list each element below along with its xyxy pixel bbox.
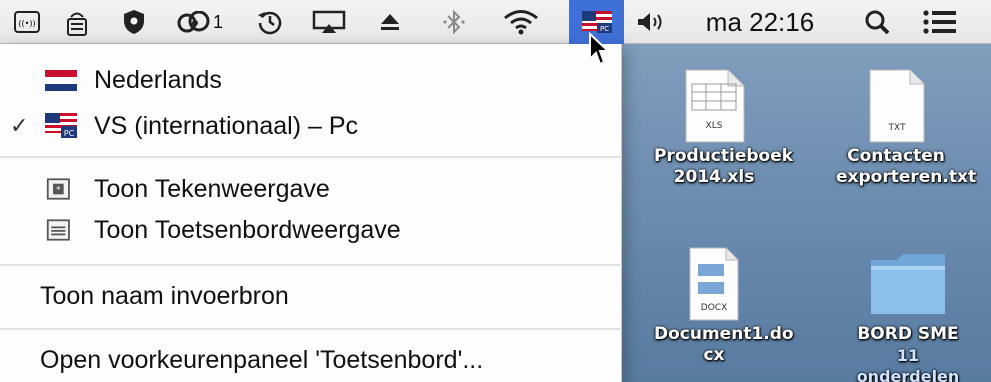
- spotlight-search-icon[interactable]: [857, 0, 897, 44]
- svg-text:PC: PC: [64, 129, 75, 138]
- menu-separator: [0, 328, 622, 330]
- menu-item-vs-internationaal[interactable]: ✓ PC VS (internationaal) – Pc: [0, 106, 622, 146]
- menu-bar-clock[interactable]: ma 22:16: [689, 0, 831, 44]
- desktop-file-label: Document1.do cx: [654, 324, 794, 365]
- time-machine-icon[interactable]: [252, 0, 288, 44]
- folder-icon: [871, 254, 945, 314]
- menu-item-toon-naam-invoerbron[interactable]: Toon naam invoerbron: [0, 276, 622, 316]
- svg-text:*: *: [56, 186, 61, 196]
- creative-cloud-badge: 1: [212, 11, 223, 32]
- desktop-file-contacten[interactable]: TXT Contacten exporteren.txt: [836, 66, 977, 188]
- menu-bar: ((•)) 1 PC ma 22:16: [0, 0, 991, 44]
- volume-icon[interactable]: [630, 0, 674, 44]
- desktop-file-label: BORD SME 11 onderdelen: [856, 324, 960, 382]
- shield-icon[interactable]: [118, 0, 150, 44]
- svg-text:TXT: TXT: [887, 123, 906, 133]
- us-pc-flag-icon: PC: [45, 113, 77, 138]
- bluetooth-broadcast-icon[interactable]: ((•)): [10, 0, 44, 44]
- menu-separator: [0, 156, 622, 158]
- xls-document-icon: XLS: [685, 69, 745, 143]
- menu-item-open-voorkeurenpaneel[interactable]: Open voorkeurenpaneel 'Toetsenbord'...: [0, 340, 622, 380]
- bluetooth-icon[interactable]: [436, 0, 472, 44]
- txt-document-icon: TXT: [869, 69, 925, 143]
- mouse-cursor-icon: [589, 32, 611, 66]
- keyboard-viewer-icon: [46, 219, 70, 241]
- eject-icon[interactable]: [372, 0, 408, 44]
- desktop-file-label: Productieboek 2014.xls: [654, 146, 794, 187]
- wifi-icon[interactable]: [498, 0, 544, 44]
- desktop-file-productieboek[interactable]: XLS Productieboek 2014.xls: [654, 66, 794, 188]
- menu-item-nederlands[interactable]: Nederlands: [0, 60, 622, 100]
- netherlands-flag-icon: [45, 70, 77, 91]
- airplay-icon[interactable]: [307, 0, 351, 44]
- creative-cloud-icon[interactable]: 1: [168, 0, 232, 44]
- desktop-file-document1[interactable]: DOCX Document1.do cx: [654, 244, 794, 366]
- menu-separator: [0, 264, 622, 266]
- character-viewer-icon: *: [46, 178, 70, 200]
- docx-document-icon: DOCX: [689, 247, 739, 321]
- desktop-folder-bord-sme[interactable]: BORD SME 11 onderdelen: [848, 244, 968, 382]
- svg-text:((•)): ((•)): [18, 19, 35, 28]
- svg-text:DOCX: DOCX: [701, 303, 727, 313]
- desktop-file-label: Contacten exporteren.txt: [836, 146, 977, 187]
- keyboard-input-icon[interactable]: [60, 0, 94, 44]
- menu-item-toon-tekenweergave[interactable]: * Toon Tekenweergave: [0, 169, 622, 209]
- menu-item-toon-toetsenbordweergave[interactable]: Toon Toetsenbordweergave: [0, 210, 622, 250]
- notification-center-icon[interactable]: [916, 0, 964, 44]
- checkmark-icon: ✓: [10, 113, 29, 138]
- svg-text:XLS: XLS: [706, 121, 723, 131]
- input-source-menu: Nederlands ✓ PC VS (internationaal) – Pc…: [0, 44, 622, 382]
